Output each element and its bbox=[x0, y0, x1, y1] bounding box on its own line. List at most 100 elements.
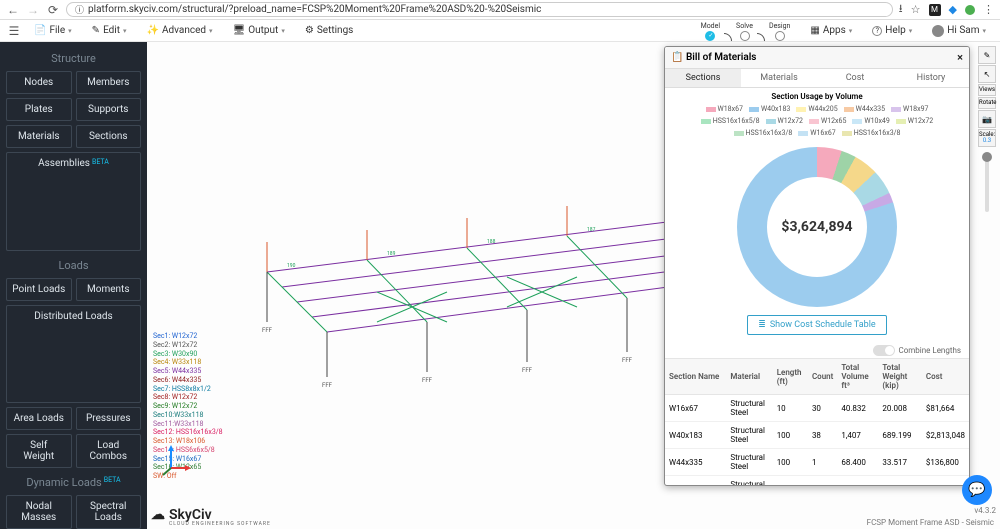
show-cost-schedule-button[interactable]: ≣Show Cost Schedule Table bbox=[747, 315, 886, 335]
star-icon[interactable]: ☆ bbox=[911, 3, 921, 16]
axis-triad bbox=[161, 443, 191, 473]
browser-chrome: ← → ⟳ ⓘ platform.skyciv.com/structural/?… bbox=[0, 0, 1000, 20]
table-row[interactable]: W40x183Structural Steel100381,407689.199… bbox=[665, 422, 969, 449]
camera-icon[interactable]: 📷 bbox=[978, 110, 996, 128]
msd-model-label: Model bbox=[701, 22, 720, 30]
moments-button[interactable]: Moments bbox=[76, 278, 142, 301]
tab-history[interactable]: History bbox=[893, 69, 969, 87]
profile-avatar[interactable] bbox=[965, 5, 975, 15]
cursor-tool-icon[interactable]: ↖ bbox=[978, 65, 996, 83]
nodal-masses-button[interactable]: Nodal Masses bbox=[6, 495, 72, 529]
svg-text:FFF: FFF bbox=[622, 357, 633, 364]
materials-button[interactable]: Materials bbox=[6, 125, 72, 148]
chat-bubble-icon[interactable]: 💬 bbox=[962, 475, 992, 505]
msd-design-dot[interactable] bbox=[775, 31, 785, 41]
distributed-loads-button[interactable]: Distributed Loads bbox=[6, 305, 141, 404]
table-row[interactable]: W16x67Structural Steel103040.83220.008$8… bbox=[665, 395, 969, 422]
extension-badge[interactable]: M bbox=[929, 4, 941, 16]
section-legend-item: Sec2: W12x72 bbox=[153, 341, 223, 350]
svg-text:188: 188 bbox=[487, 239, 496, 245]
address-bar[interactable]: ⓘ platform.skyciv.com/structural/?preloa… bbox=[66, 2, 893, 17]
download-icon[interactable]: ⭳ bbox=[899, 0, 903, 19]
chart-legend-item: W12x65 bbox=[809, 117, 846, 125]
sections-button[interactable]: Sections bbox=[76, 125, 142, 148]
scale-label: Scale:0.3 bbox=[978, 129, 996, 147]
menu-icon[interactable]: ⋮ bbox=[983, 3, 994, 16]
combine-lengths-toggle[interactable] bbox=[873, 345, 895, 356]
chart-legend-item: W10x49 bbox=[852, 117, 889, 125]
supports-button[interactable]: Supports bbox=[76, 98, 142, 121]
table-header: Cost bbox=[922, 359, 969, 395]
views-button[interactable]: Views bbox=[978, 84, 996, 96]
file-menu[interactable]: 📄File▾ bbox=[24, 25, 82, 36]
loads-heading: Loads bbox=[6, 259, 141, 272]
cloud-icon: ☁ bbox=[151, 507, 165, 523]
msd-model-dot[interactable] bbox=[705, 31, 715, 41]
app-toolbar: ☰ 📄File▾ ✎Edit▾ ✨Advanced▾ 🖥Output▾ ⚙Set… bbox=[0, 20, 1000, 42]
chart-legend-item: HSS16x16x3/8 bbox=[842, 129, 901, 137]
bill-of-materials-panel: 📋 Bill of Materials × Sections Materials… bbox=[664, 46, 970, 486]
forward-button[interactable]: → bbox=[26, 3, 40, 17]
user-menu[interactable]: Hi Sam▾ bbox=[922, 25, 996, 37]
table-row[interactable]: W44x335Structural Steel108173.88036.199$… bbox=[665, 476, 969, 486]
members-button[interactable]: Members bbox=[76, 71, 142, 94]
scale-slider[interactable] bbox=[985, 152, 989, 212]
nodes-button[interactable]: Nodes bbox=[6, 71, 72, 94]
svg-text:190: 190 bbox=[287, 263, 296, 269]
tab-cost[interactable]: Cost bbox=[817, 69, 893, 87]
msd-solve-label: Solve bbox=[736, 22, 753, 30]
advanced-menu[interactable]: ✨Advanced▾ bbox=[137, 25, 223, 36]
tab-materials[interactable]: Materials bbox=[741, 69, 817, 87]
output-menu[interactable]: 🖥Output▾ bbox=[223, 25, 295, 36]
help-menu[interactable]: ?Help▾ bbox=[862, 25, 922, 36]
pencil-tool-icon[interactable]: ✎ bbox=[978, 46, 996, 64]
spectral-loads-button[interactable]: Spectral Loads bbox=[76, 495, 142, 529]
plates-button[interactable]: Plates bbox=[6, 98, 72, 121]
section-legend-item: Sec10:W33x118 bbox=[153, 411, 223, 420]
section-legend-item: Sec8: W12x72 bbox=[153, 393, 223, 402]
table-header: Total Weight (kip) bbox=[878, 359, 921, 395]
donut-center-value: $3,624,894 bbox=[767, 177, 867, 277]
close-icon[interactable]: × bbox=[957, 51, 963, 64]
chart-legend-item: HSS16x16x5/8 bbox=[701, 117, 760, 125]
msd-design-label: Design bbox=[769, 22, 790, 30]
svg-text:187: 187 bbox=[587, 227, 596, 233]
load-combos-button[interactable]: Load Combos bbox=[76, 434, 142, 468]
section-legend-item: Sec9: W12x72 bbox=[153, 402, 223, 411]
self-weight-button[interactable]: Self Weight bbox=[6, 434, 72, 468]
rotate-button[interactable]: Rotate bbox=[978, 97, 996, 109]
msd-solve-dot[interactable] bbox=[740, 31, 750, 41]
table-header: Length (ft) bbox=[773, 359, 808, 395]
reload-button[interactable]: ⟳ bbox=[46, 3, 60, 17]
table-row[interactable]: W44x335Structural Steel100168.40033.517$… bbox=[665, 449, 969, 476]
bom-title: Bill of Materials bbox=[686, 52, 757, 63]
chart-legend-item: W18x67 bbox=[706, 105, 743, 113]
chart-legend-item: W40x183 bbox=[749, 105, 790, 113]
pressures-button[interactable]: Pressures bbox=[76, 407, 142, 430]
chart-legend-item: W16x67 bbox=[798, 129, 835, 137]
svg-text:FFF: FFF bbox=[262, 327, 273, 334]
assemblies-button[interactable]: AssembliesBETA bbox=[6, 152, 141, 251]
section-legend-item: Sec11:W33x118 bbox=[153, 420, 223, 429]
url-text: platform.skyciv.com/structural/?preload_… bbox=[88, 4, 541, 15]
list-icon: 📋 bbox=[671, 52, 683, 63]
section-legend-item: Sec3: W30x90 bbox=[153, 350, 223, 359]
table-header: Section Name bbox=[665, 359, 726, 395]
sidebar: Structure NodesMembers PlatesSupports Ma… bbox=[0, 42, 147, 529]
section-legend-item: Sec5: W44x335 bbox=[153, 367, 223, 376]
extension-icon[interactable]: ◆ bbox=[949, 3, 957, 16]
svg-text:189: 189 bbox=[387, 251, 396, 257]
structure-heading: Structure bbox=[6, 52, 141, 65]
back-button[interactable]: ← bbox=[6, 3, 20, 17]
edit-menu[interactable]: ✎Edit▾ bbox=[82, 25, 137, 36]
chart-legend-item: W12x72 bbox=[766, 117, 803, 125]
tab-sections[interactable]: Sections bbox=[665, 69, 741, 87]
point-loads-button[interactable]: Point Loads bbox=[6, 278, 72, 301]
version-label: v4.3.2 bbox=[974, 506, 996, 515]
settings-menu[interactable]: ⚙Settings bbox=[295, 25, 363, 36]
table-header: Material bbox=[726, 359, 772, 395]
area-loads-button[interactable]: Area Loads bbox=[6, 407, 72, 430]
apps-menu[interactable]: ▦Apps▾ bbox=[800, 25, 862, 36]
section-legend-item: Sec4: W33x118 bbox=[153, 358, 223, 367]
menu-toggle-icon[interactable]: ☰ bbox=[4, 24, 24, 38]
